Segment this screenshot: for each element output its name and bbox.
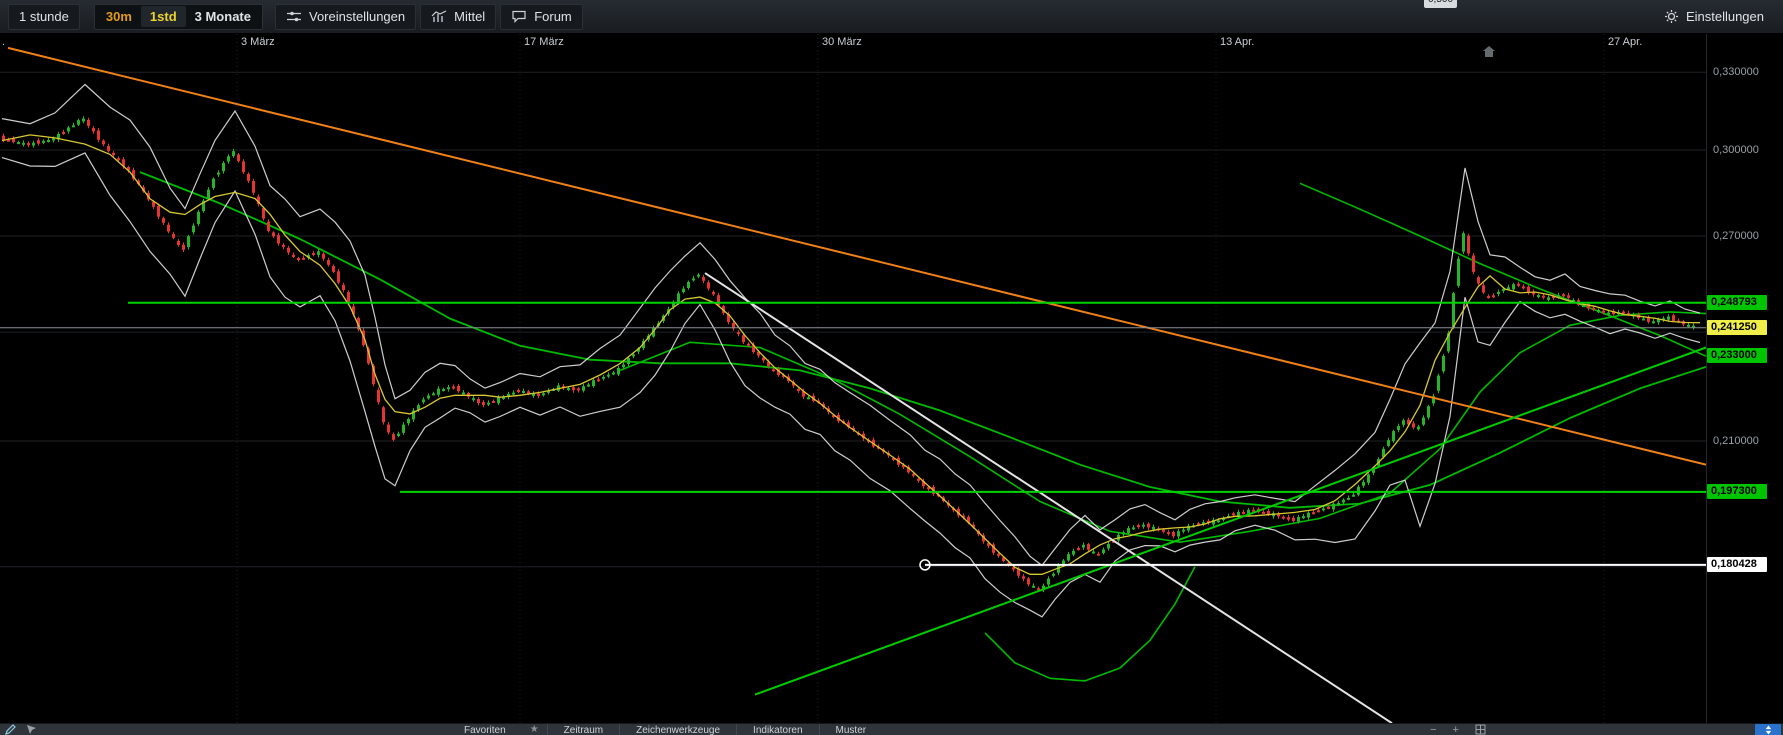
zoom-out-icon[interactable]: − — [1430, 724, 1436, 735]
bollinger-band-line — [1, 152, 1701, 618]
forum-button[interactable]: Forum — [500, 3, 583, 30]
settings-label: Einstellungen — [1685, 9, 1764, 24]
fast-ma — [1, 134, 1701, 575]
sliders-icon — [286, 11, 301, 22]
tab-zeitraum[interactable]: Zeitraum — [546, 724, 619, 735]
trendline-white-descending[interactable] — [704, 272, 1393, 723]
horizontal-levels — [0, 301, 1706, 571]
axis-price-label: 0,210000 — [1713, 435, 1759, 448]
up-down-arrows-icon — [1765, 725, 1771, 735]
gridlines — [0, 34, 1706, 723]
home-icon[interactable] — [1482, 45, 1498, 60]
price-axis[interactable]: 0,3300000,3000000,2700000,2100000,180000… — [1706, 34, 1783, 723]
timeframe-button[interactable]: 1 stunde — [8, 3, 80, 30]
presets-button[interactable]: Voreinstellungen — [274, 3, 417, 30]
axis-price-label: 0,300000 — [1713, 144, 1759, 157]
chart-canvas[interactable] — [0, 34, 1706, 723]
favorite-star-icon[interactable]: ★ — [522, 724, 547, 735]
green-moving-averages — [139, 171, 1706, 682]
bottom-toolbar: Favoriten ★ Zeitraum Zeichenwerkzeuge In… — [0, 723, 1783, 735]
ma-fast-yellow[interactable] — [1, 134, 1701, 575]
candles — [2, 116, 1695, 593]
indicators-button[interactable]: Mittel — [420, 3, 497, 30]
tf-button-3monate[interactable]: 3 Monate — [186, 6, 260, 27]
cursor-arrow-icon[interactable] — [26, 724, 36, 735]
speech-bubble-icon — [512, 10, 526, 23]
ma-green-medium[interactable] — [619, 311, 1706, 544]
tab-indikatoren[interactable]: Indikatoren — [736, 724, 818, 735]
ma-green-dip[interactable] — [984, 566, 1196, 682]
last-price-tag: 0,241250 — [1707, 319, 1767, 335]
quick-timeframe-group: 30m 1std 3 Monate — [93, 3, 263, 30]
settings-button[interactable]: Einstellungen — [1653, 4, 1775, 30]
presets-label: Voreinstellungen — [308, 9, 406, 24]
chart-bars-icon — [431, 10, 447, 22]
expand-button[interactable] — [1755, 724, 1781, 735]
indicators-label: Mittel — [454, 9, 486, 24]
trading-chart-app: 1 stunde 30m 1std 3 Monate Voreinstellun… — [0, 0, 1783, 735]
axis-price-label: 0,330000 — [1713, 66, 1759, 79]
ma-value-tag: 0,233000 — [1707, 348, 1767, 364]
ma-green-upper[interactable] — [1299, 182, 1706, 357]
bollinger-band-line — [1, 83, 1701, 567]
bottom-zoom-tools: − + — [1430, 724, 1486, 735]
timeframe-label: 1 stunde — [19, 9, 69, 24]
tf-button-1std[interactable]: 1std — [140, 6, 186, 27]
top-toolbar: 1 stunde 30m 1std 3 Monate Voreinstellun… — [0, 0, 1783, 34]
support-price-tag: 0,197300 — [1707, 483, 1767, 499]
axis-price-label: 0,270000 — [1713, 229, 1759, 242]
bottom-left-tools — [5, 724, 36, 735]
draw-pencil-icon[interactable] — [5, 724, 16, 735]
grid-icon[interactable] — [1475, 724, 1486, 735]
tab-muster[interactable]: Muster — [818, 724, 883, 735]
bollinger-bands — [1, 83, 1701, 618]
gear-icon — [1664, 10, 1678, 23]
hline-price-tag: 0,180428 — [1707, 556, 1767, 572]
partial-value-fragment: 0,500 — [1424, 0, 1458, 8]
zoom-in-icon[interactable]: + — [1452, 724, 1458, 735]
tab-favoriten[interactable]: Favoriten — [448, 724, 522, 735]
chart-area[interactable]: .3 März 17 März 30 März 13 Apr. 27 Apr. — [0, 34, 1706, 723]
tab-zeichenwerkzeuge[interactable]: Zeichenwerkzeuge — [619, 724, 736, 735]
tf-button-30m[interactable]: 30m — [97, 6, 141, 27]
ma-green-slow[interactable] — [139, 171, 1706, 509]
forum-label: Forum — [534, 9, 572, 24]
resistance-price-tag: 0,248793 — [1707, 294, 1767, 310]
bottom-tabs: Favoriten ★ Zeitraum Zeichenwerkzeuge In… — [448, 724, 882, 735]
